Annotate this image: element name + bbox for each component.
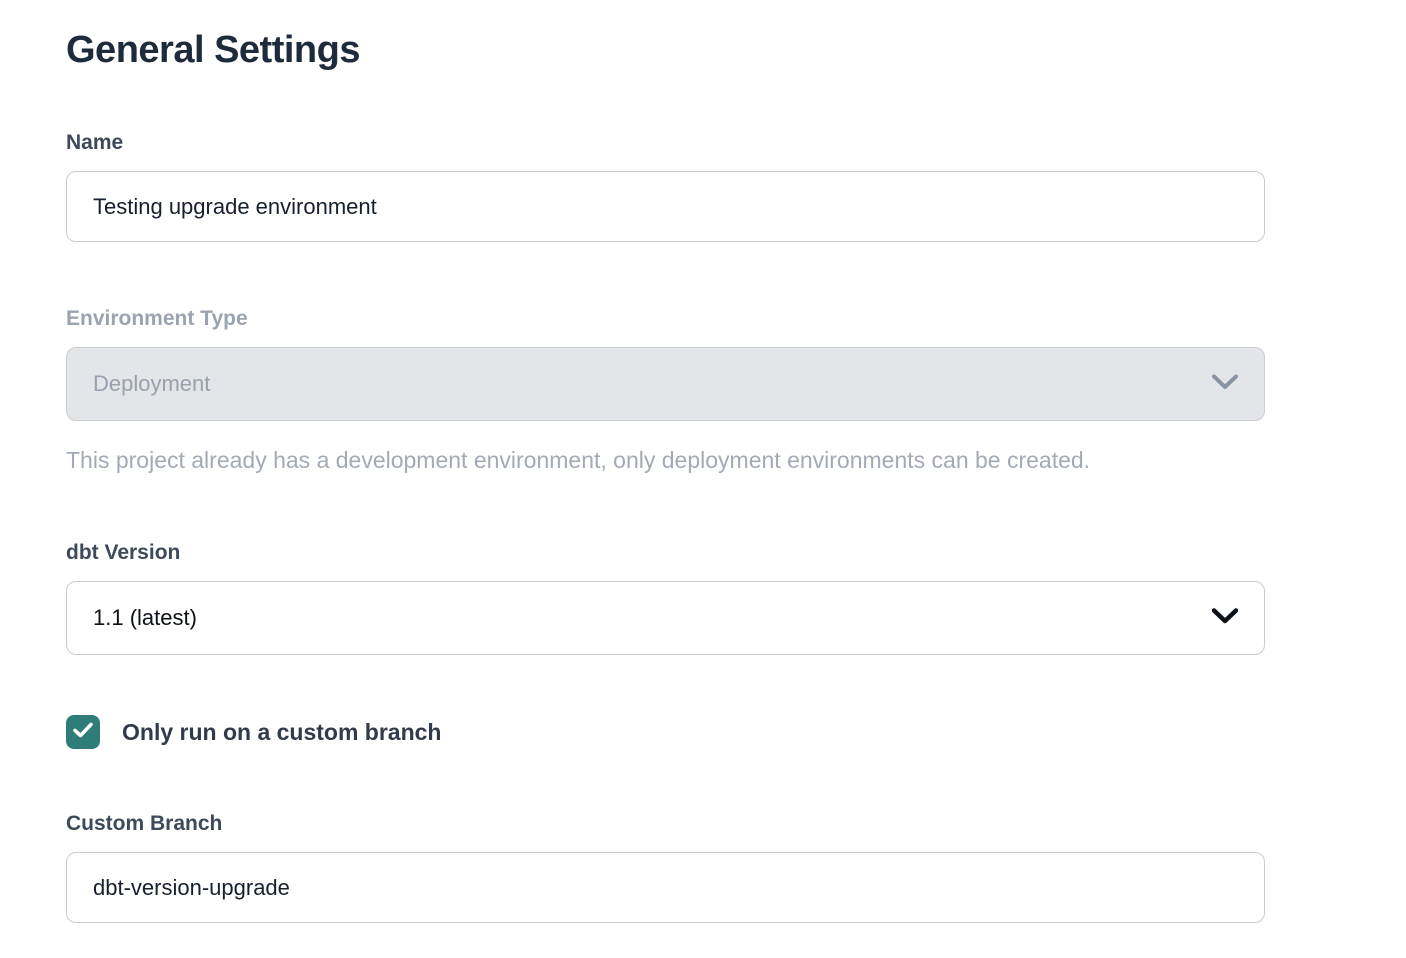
environment-type-selected-value: Deployment bbox=[93, 371, 210, 397]
environment-type-field-group: Environment Type Deployment This project… bbox=[66, 306, 1265, 474]
custom-branch-field-group: Custom Branch bbox=[66, 811, 1265, 923]
name-label: Name bbox=[66, 130, 1265, 156]
custom-branch-label: Custom Branch bbox=[66, 811, 1265, 837]
checkmark-icon bbox=[73, 722, 93, 743]
name-field-group: Name bbox=[66, 130, 1265, 242]
name-input[interactable] bbox=[66, 171, 1265, 242]
environment-type-label: Environment Type bbox=[66, 306, 1265, 332]
general-settings-page: General Settings Name Environment Type D… bbox=[0, 0, 1406, 958]
environment-type-select: Deployment bbox=[66, 347, 1265, 421]
dbt-version-selected-value: 1.1 (latest) bbox=[93, 605, 197, 631]
environment-type-helper-text: This project already has a development e… bbox=[66, 446, 1265, 474]
custom-branch-checkbox-row[interactable]: Only run on a custom branch bbox=[66, 715, 441, 749]
custom-branch-checkbox-label: Only run on a custom branch bbox=[122, 719, 441, 746]
custom-branch-checkbox[interactable] bbox=[66, 715, 100, 749]
dbt-version-field-group: dbt Version 1.1 (latest) bbox=[66, 540, 1265, 655]
page-title: General Settings bbox=[66, 28, 1406, 72]
dbt-version-select[interactable]: 1.1 (latest) bbox=[66, 581, 1265, 655]
chevron-down-icon bbox=[1212, 374, 1238, 395]
custom-branch-input[interactable] bbox=[66, 852, 1265, 923]
dbt-version-label: dbt Version bbox=[66, 540, 1265, 566]
chevron-down-icon bbox=[1212, 608, 1238, 629]
